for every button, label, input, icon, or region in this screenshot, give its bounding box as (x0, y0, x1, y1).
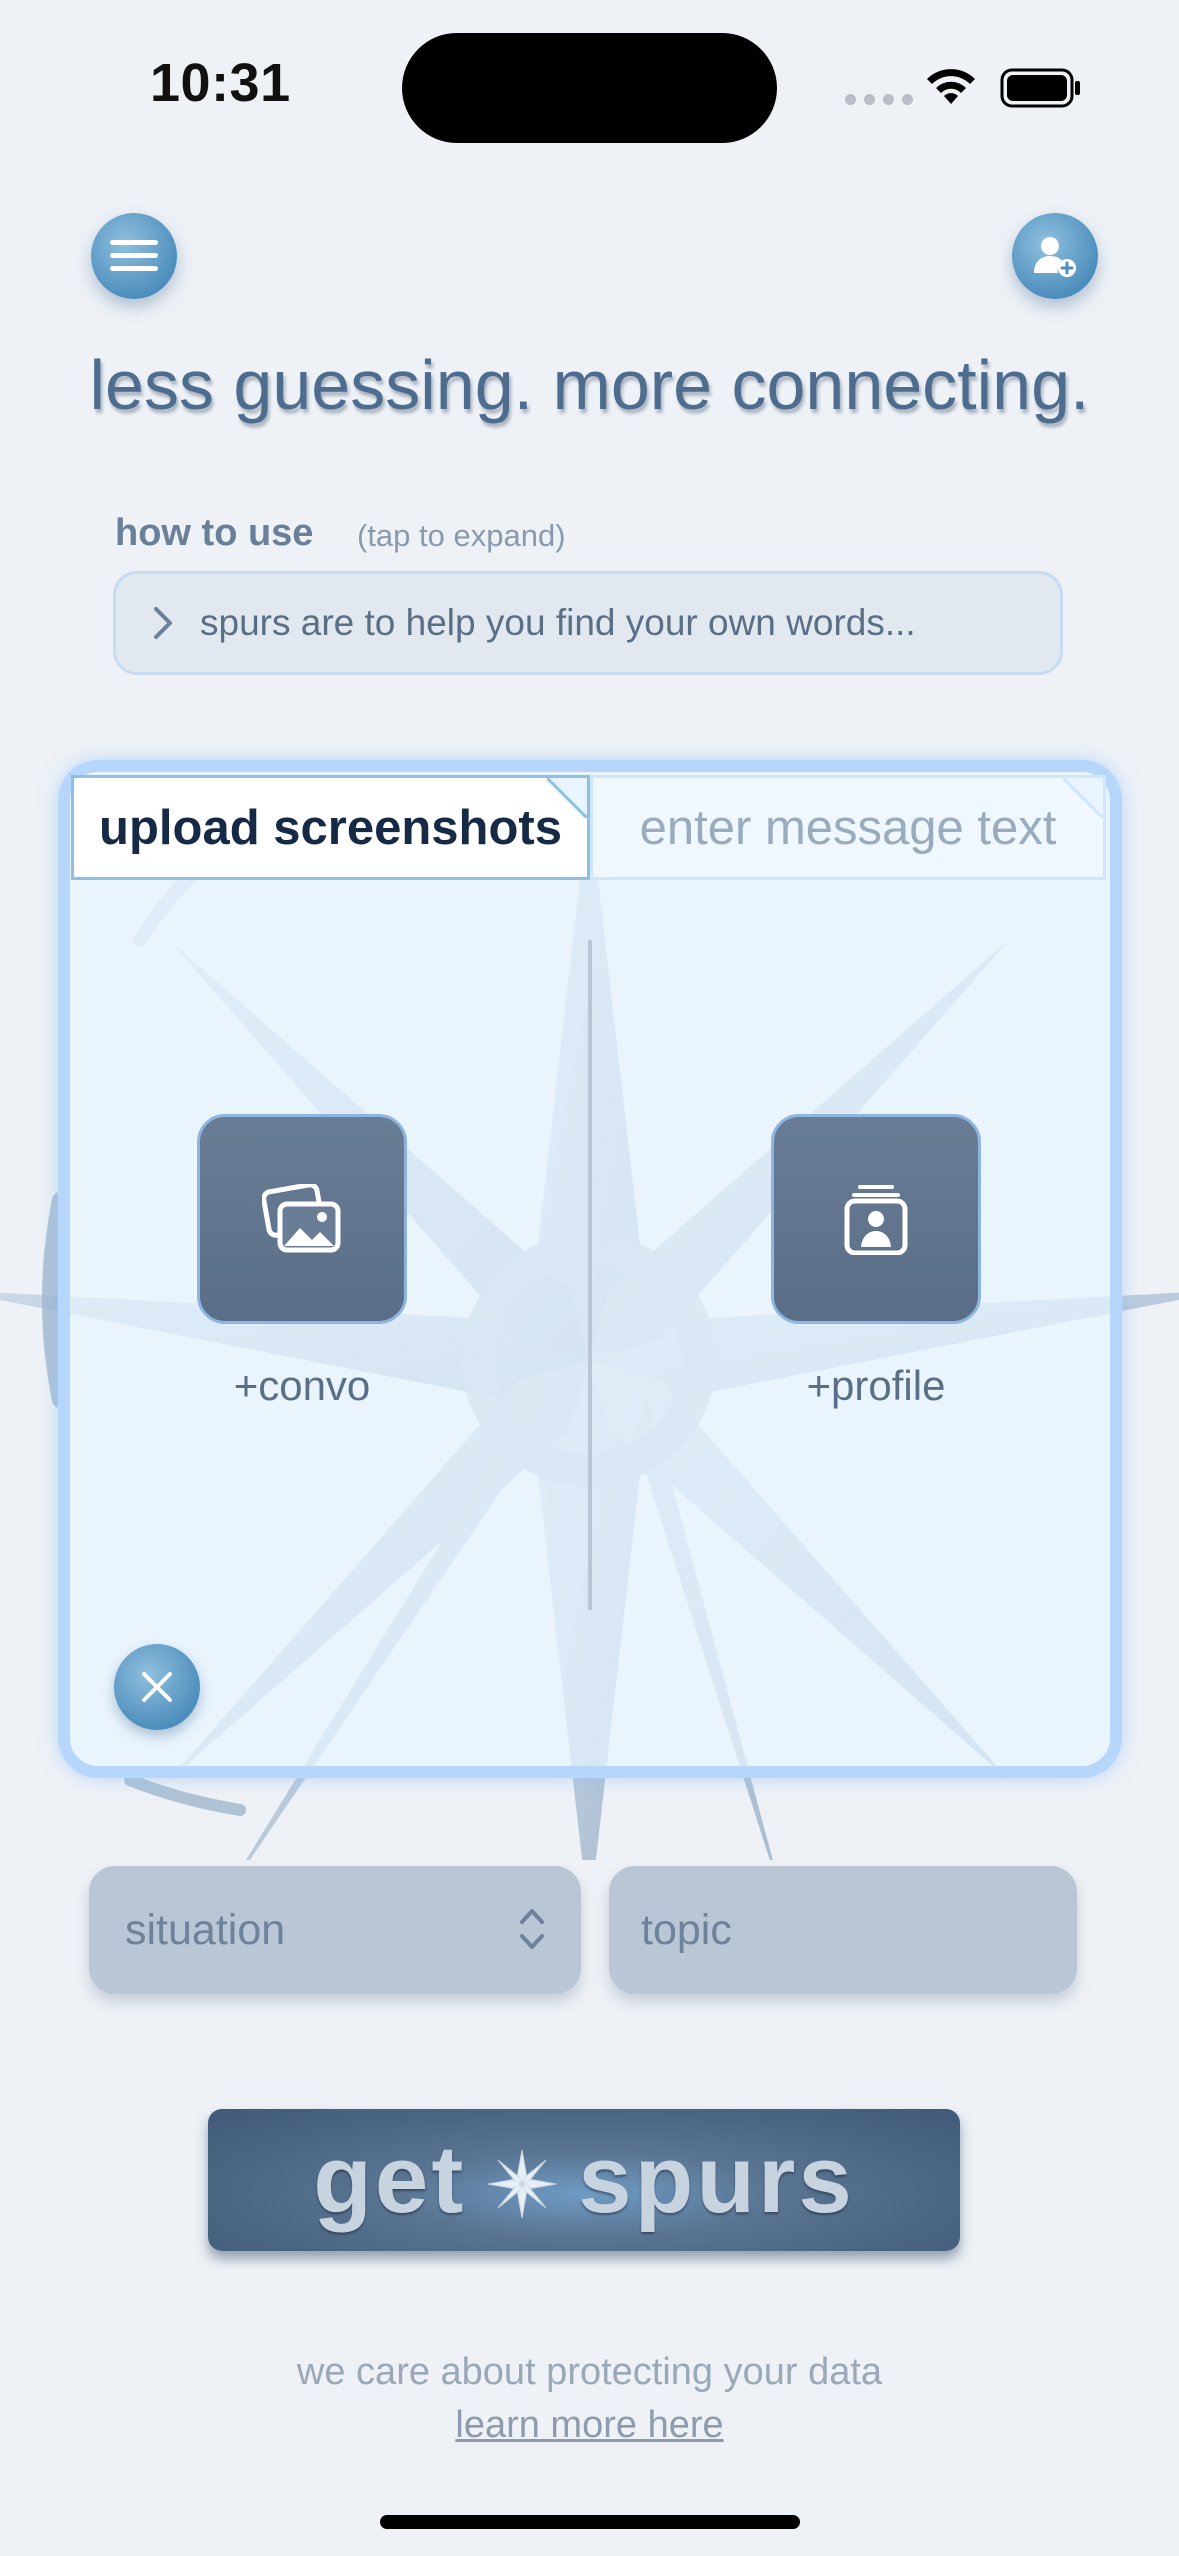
how-to-use-hint: (tap to expand) (357, 518, 566, 553)
how-to-use-title: how to use (115, 512, 314, 554)
status-time: 10:31 (150, 53, 291, 113)
menu-icon (110, 240, 158, 271)
tab-corner-fold (1063, 778, 1103, 818)
tab-upload-label: upload screenshots (99, 800, 562, 855)
tab-corner-fold (547, 778, 587, 818)
how-to-use-disclosure[interactable]: spurs are to help you find your own word… (113, 571, 1063, 675)
topic-input[interactable]: topic (609, 1866, 1077, 1994)
menu-button[interactable] (91, 213, 177, 299)
dynamic-island (402, 33, 777, 143)
battery-icon (1000, 68, 1080, 108)
wifi-icon (927, 69, 975, 104)
how-to-use-summary: spurs are to help you find your own word… (200, 602, 916, 643)
privacy-notice: we care about protecting your data learn… (0, 2346, 1179, 2452)
tab-upload-screenshots[interactable]: upload screenshots (71, 775, 590, 880)
get-spurs-button[interactable]: get spurs (208, 2109, 960, 2251)
chevron-right-icon (154, 607, 172, 639)
privacy-text: we care about protecting your data (296, 2351, 883, 2393)
add-profile-button[interactable] (1012, 213, 1098, 299)
get-spurs-label-get: get (313, 2126, 467, 2233)
headline: less guessing. more connecting. (89, 346, 1090, 424)
photos-icon (262, 1184, 341, 1253)
situation-select[interactable]: situation (89, 1866, 581, 1994)
add-profile-upload-button[interactable] (771, 1114, 981, 1324)
column-divider (588, 940, 592, 1610)
close-icon (142, 1672, 172, 1702)
tab-enter-label: enter message text (639, 800, 1057, 855)
get-spurs-label-spurs: spurs (578, 2126, 855, 2233)
close-button[interactable] (114, 1644, 200, 1730)
profile-card-icon (844, 1185, 908, 1255)
add-convo-label: +convo (233, 1362, 371, 1409)
privacy-learn-more-link[interactable]: learn more here (455, 2404, 723, 2446)
topic-placeholder: topic (641, 1905, 732, 1954)
cellular-signal-icon (845, 94, 913, 105)
add-profile-label: +profile (806, 1362, 946, 1409)
home-indicator[interactable] (380, 2515, 800, 2529)
tab-enter-message-text[interactable]: enter message text (590, 775, 1106, 880)
compass-star-icon (488, 2149, 557, 2219)
add-profile-icon (1034, 237, 1076, 277)
situation-placeholder: situation (125, 1905, 286, 1954)
add-convo-button[interactable] (197, 1114, 407, 1324)
up-down-chevron-icon (520, 1909, 544, 1949)
